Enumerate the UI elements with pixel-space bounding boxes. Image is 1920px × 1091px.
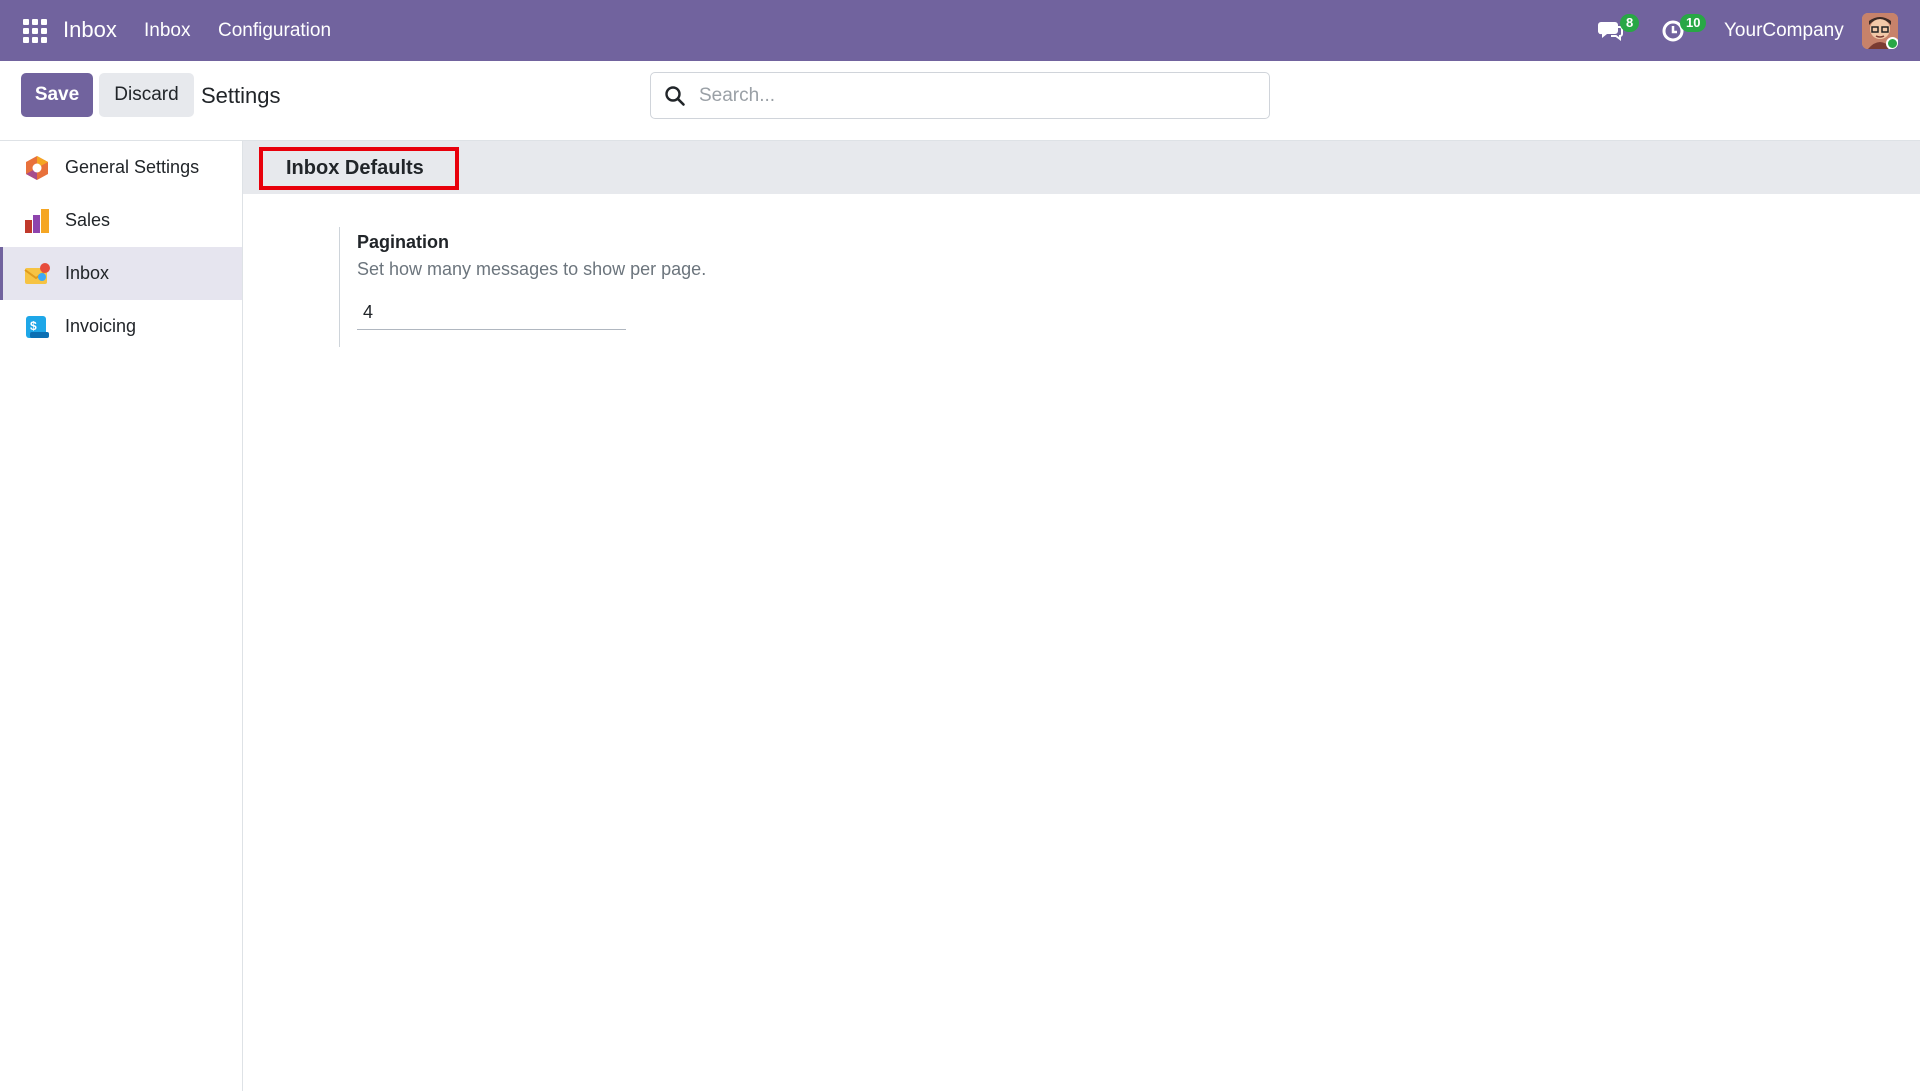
- pagination-input[interactable]: [357, 296, 626, 330]
- general-settings-icon: [26, 156, 48, 180]
- section-title: Inbox Defaults: [286, 157, 424, 179]
- sidebar-item-label: Inbox: [65, 263, 110, 283]
- settings-content: Inbox Defaults Pagination Set how many m…: [243, 141, 1920, 1091]
- setting-help-text: Set how many messages to show per page.: [357, 259, 707, 279]
- sidebar-item-label: Invoicing: [65, 316, 137, 336]
- discard-button[interactable]: Discard: [99, 73, 194, 117]
- settings-sidebar: General Settings Sales Inbox $ Invoicing: [0, 141, 243, 1091]
- messages-count-badge: 8: [1620, 14, 1640, 32]
- search-box[interactable]: [650, 72, 1270, 119]
- activities-count-badge: 10: [1680, 14, 1707, 32]
- pagination-setting: Pagination Set how many messages to show…: [339, 227, 939, 347]
- company-switcher[interactable]: YourCompany: [1724, 20, 1844, 42]
- save-button[interactable]: Save: [21, 73, 93, 117]
- sidebar-item-label: General Settings: [65, 157, 200, 177]
- setting-label: Pagination: [357, 232, 450, 252]
- search-icon: [665, 86, 685, 106]
- sidebar-item-general-settings[interactable]: General Settings: [0, 141, 242, 194]
- sidebar-item-invoicing[interactable]: $ Invoicing: [0, 300, 242, 353]
- invoicing-icon: $: [26, 316, 49, 338]
- svg-text:$: $: [30, 319, 37, 333]
- control-panel: Save Discard Settings: [0, 61, 1920, 141]
- top-navbar: Inbox Inbox Configuration 8 10 YourCompa…: [0, 0, 1920, 61]
- app-grid-icon[interactable]: [23, 19, 47, 43]
- section-header: Inbox Defaults: [243, 141, 1920, 194]
- sales-icon: [25, 209, 49, 233]
- user-avatar[interactable]: [1862, 13, 1898, 49]
- sidebar-item-inbox[interactable]: Inbox: [0, 247, 242, 300]
- messages-button[interactable]: 8: [1597, 14, 1640, 46]
- activities-button[interactable]: 10: [1660, 14, 1707, 46]
- search-input[interactable]: [699, 73, 1259, 118]
- inbox-app-icon: [24, 263, 50, 284]
- app-brand[interactable]: Inbox: [63, 17, 117, 43]
- page-title: Settings: [201, 83, 281, 108]
- sidebar-item-label: Sales: [65, 210, 111, 230]
- online-status-dot: [1886, 37, 1898, 49]
- sidebar-item-sales[interactable]: Sales: [0, 194, 242, 247]
- menu-inbox[interactable]: Inbox: [144, 20, 190, 42]
- menu-configuration[interactable]: Configuration: [218, 20, 331, 42]
